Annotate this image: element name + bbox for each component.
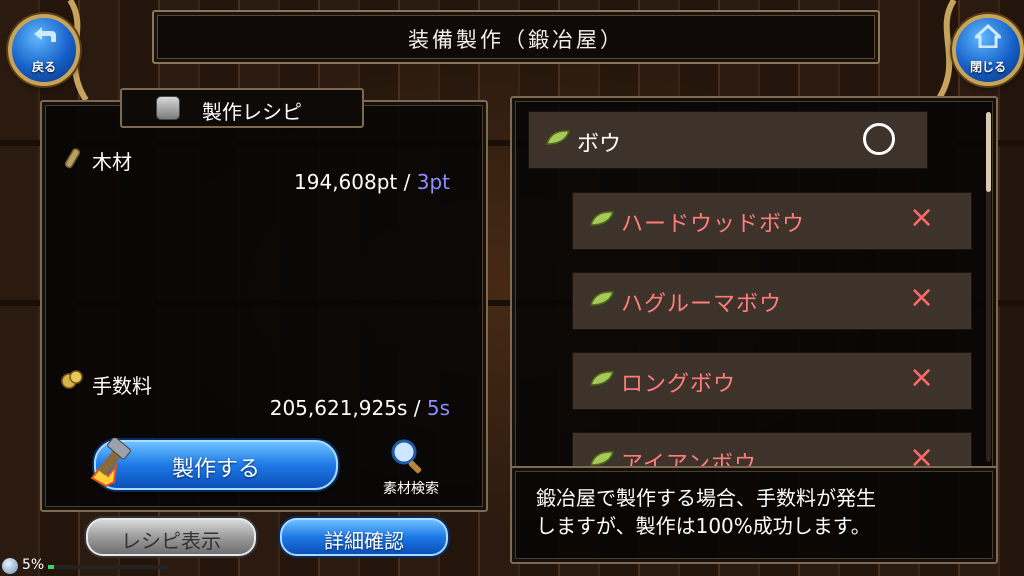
info-message-box: 鍛冶屋で製作する場合、手数料が発生 しますが、製作は100%成功します。 xyxy=(510,466,998,564)
home-icon xyxy=(956,23,1020,54)
not-craftable-x-icon: × xyxy=(909,360,935,395)
fee-amount: 205,621,925s / 5s xyxy=(180,396,450,420)
wood-icon xyxy=(64,148,81,169)
status-orb-icon xyxy=(2,558,18,574)
bow-leaf-icon xyxy=(590,211,614,226)
bow-leaf-icon xyxy=(590,371,614,386)
list-scrollbar-thumb[interactable] xyxy=(986,112,991,192)
material-owned: 194,608pt xyxy=(294,170,398,194)
item-name: ハグルーマボウ xyxy=(621,292,783,317)
not-craftable-x-icon: × xyxy=(909,200,935,235)
material-search-label[interactable]: 素材検索 xyxy=(366,478,456,498)
info-message-line2: しますが、製作は100%成功します。 xyxy=(536,514,871,538)
load-percent: 5% xyxy=(22,557,45,573)
category-row-bow[interactable]: ボウ xyxy=(528,111,928,169)
back-arrow-icon xyxy=(12,24,76,54)
detail-button[interactable]: 詳細確認 xyxy=(280,518,448,556)
list-item[interactable]: ロングボウ × xyxy=(572,352,972,410)
list-scrollbar[interactable] xyxy=(986,112,991,462)
back-button[interactable]: 戻る xyxy=(8,14,80,86)
recipe-title: 製作レシピ xyxy=(202,100,302,124)
fee-name: 手数料 xyxy=(92,374,152,398)
title-bar: 装備製作（鍛冶屋） xyxy=(152,10,880,64)
list-item[interactable]: ハグルーマボウ × xyxy=(572,272,972,330)
material-amount: 194,608pt / 3pt xyxy=(200,170,450,194)
recipe-view-button[interactable]: レシピ表示 xyxy=(86,518,256,556)
recipe-gear-icon xyxy=(156,96,180,120)
loading-status: 5% xyxy=(0,556,1024,576)
load-bar-fill xyxy=(48,565,54,569)
fee-required: 5s xyxy=(426,396,450,420)
load-bar xyxy=(48,565,168,569)
material-name: 木材 xyxy=(92,150,132,174)
fee-owned: 205,621,925s xyxy=(269,396,408,420)
bow-leaf-icon xyxy=(590,291,614,306)
item-name: ハードウッドボウ xyxy=(621,212,806,237)
bow-leaf-icon xyxy=(546,130,570,145)
coin-icon xyxy=(61,370,83,389)
magnifier-icon[interactable] xyxy=(388,436,428,476)
category-name: ボウ xyxy=(577,132,622,157)
page-title: 装備製作（鍛冶屋） xyxy=(408,28,624,52)
close-label: 閉じる xyxy=(969,60,1006,74)
close-button[interactable]: 閉じる xyxy=(952,14,1024,86)
info-message-line1: 鍛冶屋で製作する場合、手数料が発生 xyxy=(536,486,876,510)
detail-label: 詳細確認 xyxy=(324,529,404,553)
hammer-icon xyxy=(90,438,131,488)
fee-separator: / xyxy=(413,396,421,420)
back-label: 戻る xyxy=(31,60,56,74)
not-craftable-x-icon: × xyxy=(909,280,935,315)
list-item[interactable]: アイアンボウ × xyxy=(572,432,972,468)
item-name: アイアンボウ xyxy=(621,452,758,468)
list-item[interactable]: ハードウッドボウ × xyxy=(572,192,972,250)
recipe-view-label: レシピ表示 xyxy=(121,529,221,553)
craftable-circle-icon xyxy=(863,123,895,155)
material-required: 3pt xyxy=(416,170,450,194)
material-separator: / xyxy=(403,170,411,194)
item-name: ロングボウ xyxy=(621,372,737,397)
recipe-panel-header: 製作レシピ xyxy=(120,88,364,128)
not-craftable-x-icon: × xyxy=(909,440,935,468)
